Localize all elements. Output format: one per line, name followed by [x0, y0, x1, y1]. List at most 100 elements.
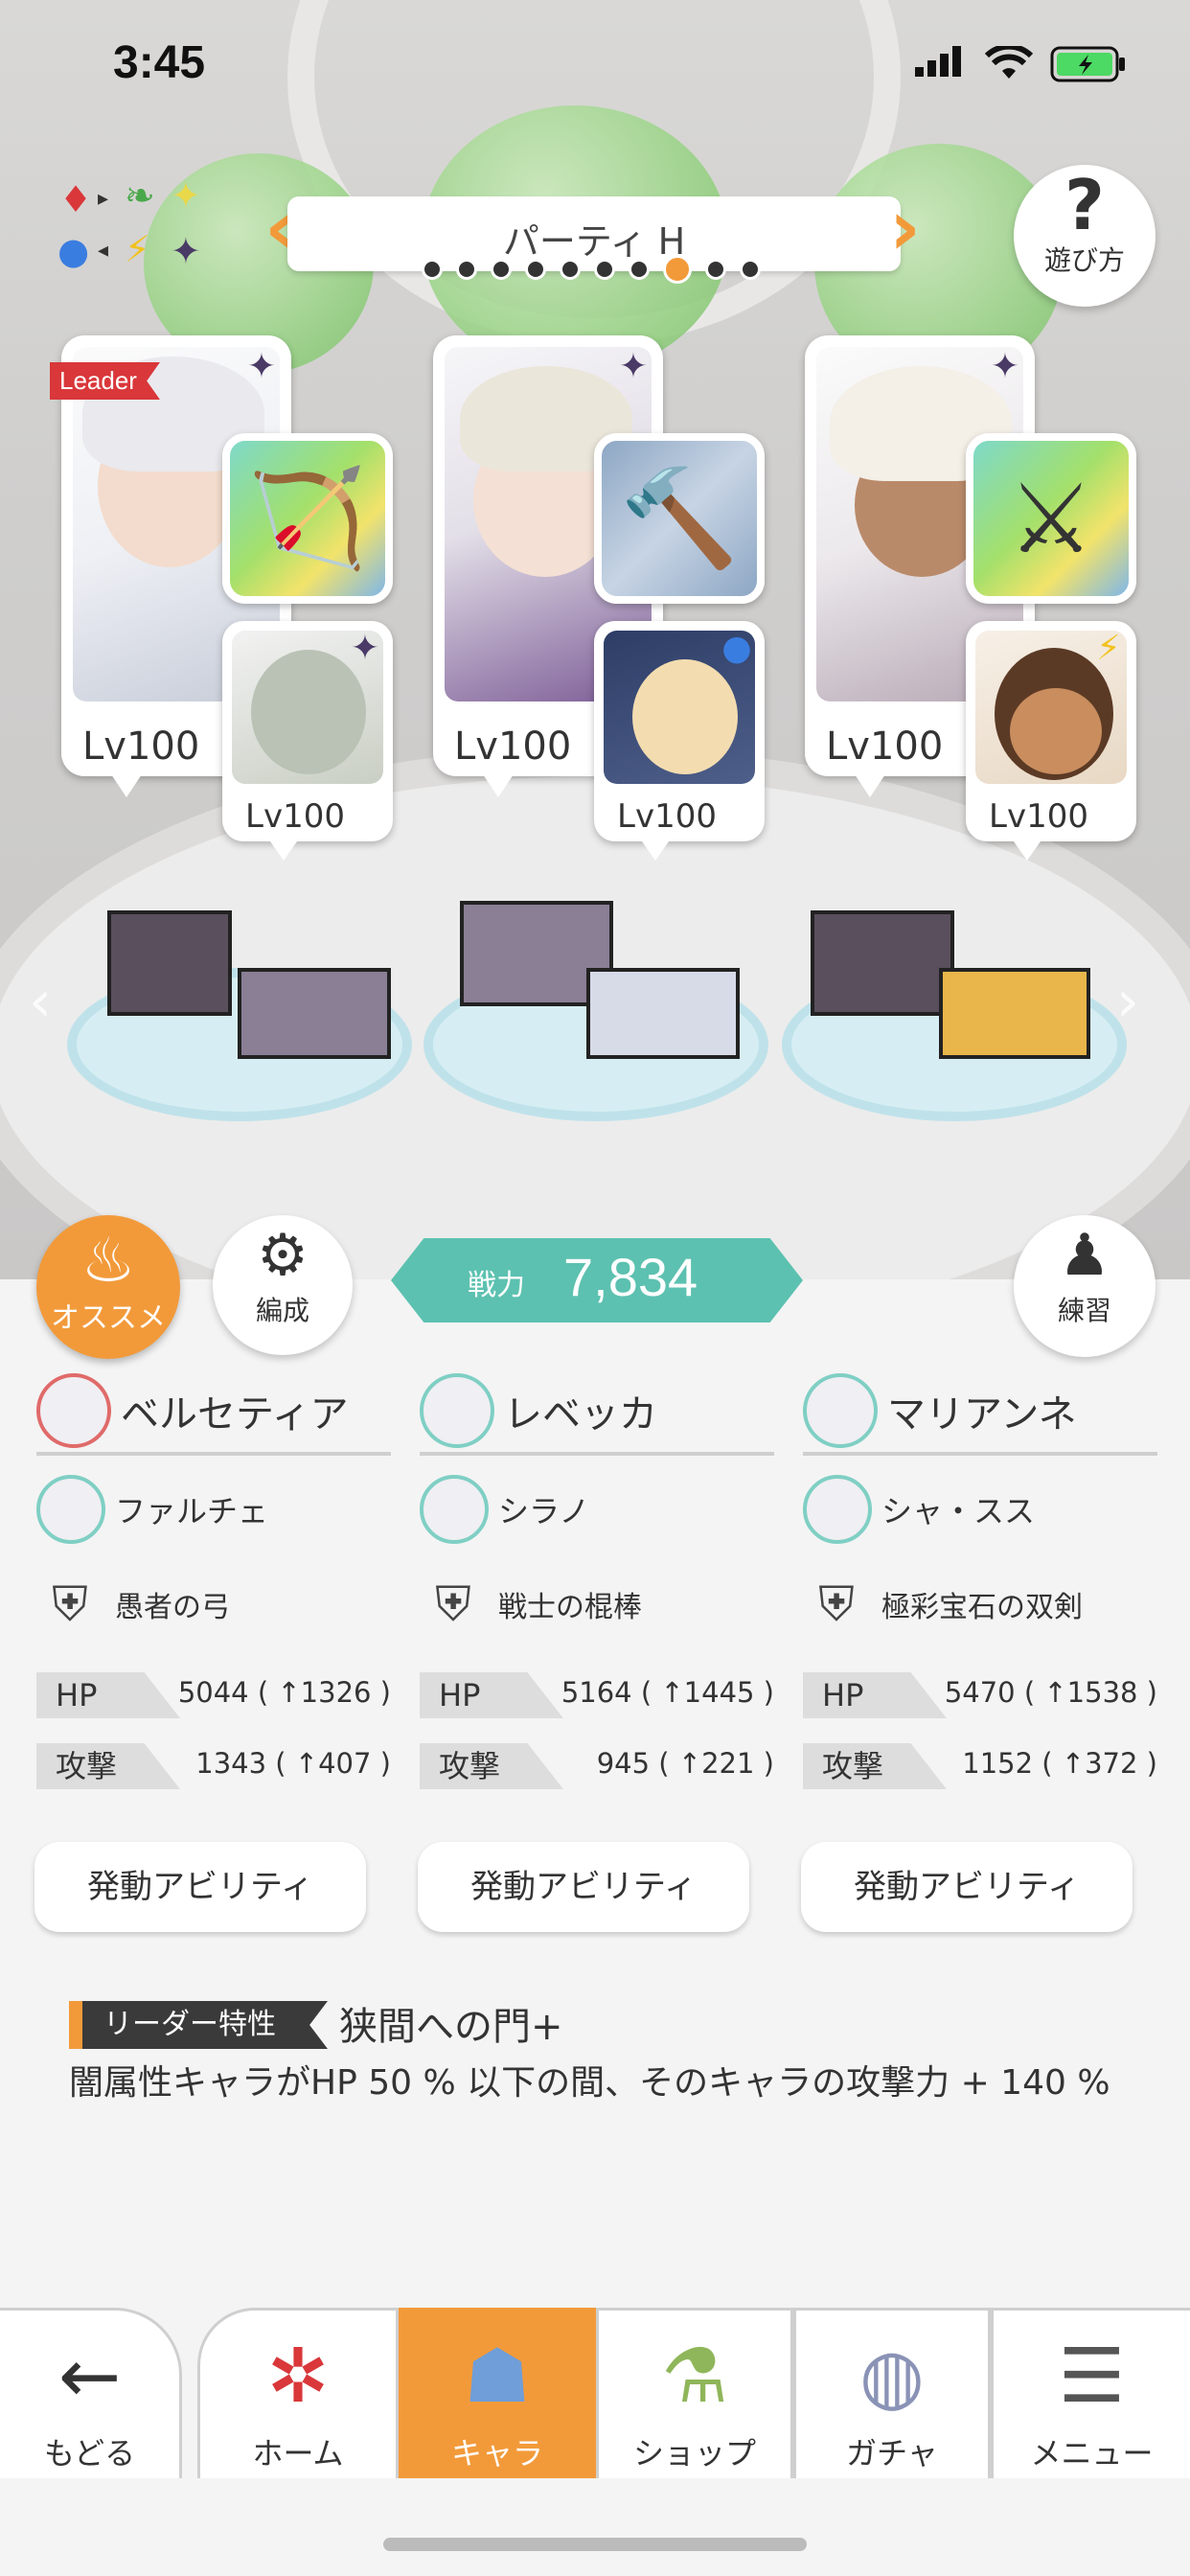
recommend-button[interactable]: ♨ オススメ — [36, 1215, 180, 1359]
party-page-dot[interactable] — [663, 255, 692, 284]
element-cycle-chart[interactable]: ♦ ▸ ❧ ✦ ● ◂ ⚡ ✦ — [56, 177, 218, 283]
attack-label: 攻撃 — [420, 1743, 563, 1789]
ability-button[interactable]: 発動アビリティ — [418, 1842, 749, 1932]
sub-character-name: ファルチェ — [115, 1493, 269, 1530]
hp-value: 5470 ( ↑1538 ) — [944, 1676, 1157, 1709]
ability-button[interactable]: 発動アビリティ — [801, 1842, 1133, 1932]
leader-skill-name: 狭間への門+ — [339, 2005, 563, 2049]
avatar — [420, 1373, 494, 1448]
weapon-row[interactable]: ⛨ 戦士の棍棒 — [420, 1561, 774, 1647]
tab-shop[interactable]: ⚗ ショップ — [596, 2308, 793, 2478]
hp-row: HP 5470 ( ↑1538 ) — [803, 1672, 1157, 1718]
main-character-name: ベルセティア — [121, 1392, 349, 1437]
party-page-dot[interactable] — [422, 259, 443, 280]
hp-row: HP 5164 ( ↑1445 ) — [420, 1672, 774, 1718]
avatar — [420, 1475, 489, 1544]
weapon-name: 極彩宝石の双剣 — [881, 1591, 1083, 1624]
ability-button[interactable]: 発動アビリティ — [34, 1842, 366, 1932]
party-page-dot[interactable] — [629, 259, 650, 280]
home-indicator[interactable] — [383, 2538, 807, 2551]
dark-element-icon: ✦ — [171, 230, 201, 272]
main-character-name: レベッカ — [504, 1392, 657, 1437]
tab-home[interactable]: ✲ ホーム — [197, 2308, 399, 2478]
sub-character-row[interactable]: ファルチェ — [36, 1463, 391, 1555]
sub-character-row[interactable]: シラノ — [420, 1463, 774, 1555]
sub-character-card[interactable]: ● Lv100 — [594, 621, 765, 861]
avatar — [36, 1373, 111, 1448]
tab-label: メニュー — [1030, 2435, 1154, 2472]
card-tail — [270, 841, 297, 861]
next-party-button[interactable]: › — [889, 190, 927, 266]
leader-tag: Leader — [50, 362, 160, 400]
tab-gacha[interactable]: ◍ ガチャ — [793, 2308, 991, 2478]
party-page-dot[interactable] — [740, 259, 761, 280]
formation-button[interactable]: ⚙ 編成 — [213, 1215, 353, 1355]
bow-icon[interactable]: 🏹 — [222, 433, 393, 604]
main-character-row[interactable]: マリアンネ — [803, 1373, 1157, 1456]
attack-label: 攻撃 — [803, 1743, 947, 1789]
party-page-dot[interactable] — [594, 259, 615, 280]
menu-icon: ☰ — [1058, 2334, 1126, 2420]
card-tail — [1014, 841, 1041, 861]
shield-sword-icon: ⛨ — [52, 1576, 88, 1632]
tab-back[interactable]: ← もどる — [0, 2308, 182, 2478]
team-column: ベルセティア ファルチェ ⛨ 愚者の弓 HP 5044 ( ↑1326 ) 攻撃… — [36, 1373, 391, 1789]
attack-row: 攻撃 1152 ( ↑372 ) — [803, 1743, 1157, 1789]
hp-label: HP — [803, 1672, 947, 1718]
dark-element-icon: ✦ — [618, 347, 649, 386]
dark-element-icon: ✦ — [246, 347, 277, 386]
practice-button[interactable]: ♟ 練習 — [1014, 1215, 1156, 1357]
status-time: 3:45 — [113, 37, 206, 88]
party-page-dots[interactable] — [422, 255, 761, 284]
portrait-face — [1010, 688, 1102, 774]
sprite-block — [939, 968, 1090, 1059]
card-tail — [111, 774, 142, 797]
sub-character-card[interactable]: ✦ Lv100 — [222, 621, 393, 861]
shield-sword-icon: ⛨ — [818, 1576, 855, 1632]
cycle-arrow-icon: ◂ — [98, 239, 109, 263]
party-page-dot[interactable] — [525, 259, 546, 280]
staff-icon[interactable]: 🔨 — [594, 433, 765, 604]
main-level: Lv100 — [826, 724, 944, 769]
thunder-element-icon: ⚡ — [1096, 629, 1121, 668]
sub-level: Lv100 — [245, 797, 345, 836]
chara-icon: ☗ — [464, 2334, 531, 2420]
fire-element-icon: ♦ — [59, 178, 93, 220]
card-tail — [483, 774, 514, 797]
scroll-left-icon[interactable]: ‹ — [29, 968, 52, 1035]
sprite-block — [107, 910, 232, 1016]
sub-character-row[interactable]: シャ・スス — [803, 1463, 1157, 1555]
help-button[interactable]: ? 遊び方 — [1014, 165, 1156, 307]
sub-character-card[interactable]: ⚡ Lv100 — [966, 621, 1136, 861]
party-page-dot[interactable] — [491, 259, 512, 280]
main-level: Lv100 — [82, 724, 200, 769]
party-page-dot[interactable] — [456, 259, 477, 280]
battery-icon — [1050, 46, 1125, 82]
weapon-row[interactable]: ⛨ 極彩宝石の双剣 — [803, 1561, 1157, 1647]
hp-value: 5164 ( ↑1445 ) — [561, 1676, 774, 1709]
attack-value: 1152 ( ↑372 ) — [962, 1747, 1157, 1780]
weapon-row[interactable]: ⛨ 愚者の弓 — [36, 1561, 391, 1647]
dark-element-icon: ✦ — [350, 629, 380, 668]
avatar — [803, 1373, 878, 1448]
sprite-block — [238, 968, 391, 1059]
tab-menu[interactable]: ☰ メニュー — [991, 2308, 1190, 2478]
hp-label: HP — [420, 1672, 563, 1718]
tab-label: ショップ — [632, 2435, 756, 2472]
avatar — [803, 1475, 872, 1544]
hp-value: 5044 ( ↑1326 ) — [177, 1676, 391, 1709]
tab-chara[interactable]: ☗ キャラ — [399, 2308, 596, 2478]
hp-row: HP 5044 ( ↑1326 ) — [36, 1672, 391, 1718]
party-page-dot[interactable] — [560, 259, 581, 280]
main-character-row[interactable]: レベッカ — [420, 1373, 774, 1456]
avatar — [36, 1475, 105, 1544]
tab-label: キャラ — [450, 2435, 543, 2472]
attack-value: 1343 ( ↑407 ) — [195, 1747, 391, 1780]
scroll-right-icon[interactable]: › — [1116, 968, 1139, 1035]
party-page-dot[interactable] — [705, 259, 726, 280]
twin-swords-icon[interactable]: ⚔ — [966, 433, 1136, 604]
card-tail — [855, 774, 885, 797]
attack-value: 945 ( ↑221 ) — [596, 1747, 774, 1780]
signal-icon — [915, 46, 961, 77]
main-character-row[interactable]: ベルセティア — [36, 1373, 391, 1456]
